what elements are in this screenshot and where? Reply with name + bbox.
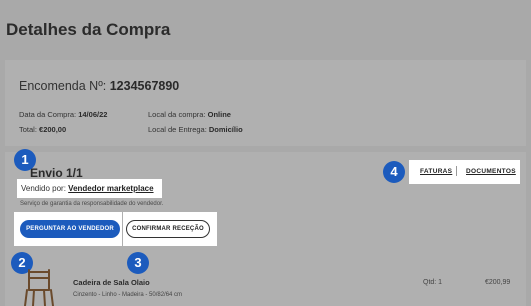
callout-marker-1: 1 (14, 149, 36, 171)
product-quantity: Qtd: 1 (423, 279, 443, 286)
order-number-label: Encomenda Nº: (19, 79, 107, 93)
purchase-place: Local da compra: Online (148, 110, 231, 119)
order-total-label: Total: (19, 125, 37, 134)
page-title: Detalhes da Compra (6, 20, 171, 39)
purchase-date-value: 14/06/22 (78, 110, 108, 119)
links-divider (456, 166, 457, 176)
ask-seller-button[interactable]: PERGUNTAR AO VENDEDOR (20, 220, 120, 238)
shipment-title: Envio 1/1 (30, 166, 83, 180)
confirm-receipt-button[interactable]: CONFIRMAR RECEÇÃO (126, 220, 210, 238)
delivery-place-label: Local de Entrega: (148, 125, 207, 134)
callout-marker-4: 4 (383, 161, 405, 183)
sold-by-label: Vendido por: (21, 184, 66, 193)
product-chair-image[interactable] (22, 268, 56, 306)
delivery-place-value: Domicílio (208, 125, 243, 134)
order-number: Encomenda Nº: 1234567890 (19, 79, 179, 93)
sold-by: Vendido por: Vendedor marketplace (17, 179, 162, 198)
purchase-place-value: Online (207, 110, 231, 119)
order-total-value: €200,00 (39, 125, 67, 134)
order-summary-card: Encomenda Nº: 1234567890 Data da Compra:… (5, 60, 526, 146)
purchase-date: Data da Compra: 14/06/22 (19, 110, 107, 119)
order-total: Total: €200,00 (19, 125, 66, 134)
product-name[interactable]: Cadeira de Sala Olaio (73, 278, 150, 287)
invoices-link[interactable]: FATURAS (420, 168, 452, 175)
delivery-place: Local de Entrega: Domicílio (148, 125, 243, 134)
product-price: €200,99 (485, 279, 511, 286)
purchase-date-label: Data da Compra: (19, 110, 77, 119)
order-number-value: 1234567890 (109, 79, 180, 93)
product-description: Cinzento - Linho - Madeira - 50/82/64 cm (73, 292, 183, 298)
documents-link[interactable]: DOCUMENTOS (466, 168, 516, 175)
callout-marker-3: 3 (127, 252, 149, 274)
seller-link[interactable]: Vendedor marketplace (68, 184, 153, 193)
purchase-place-label: Local da compra: (148, 110, 206, 119)
warranty-notice: Serviço de garantia da responsabilidade … (20, 201, 164, 207)
